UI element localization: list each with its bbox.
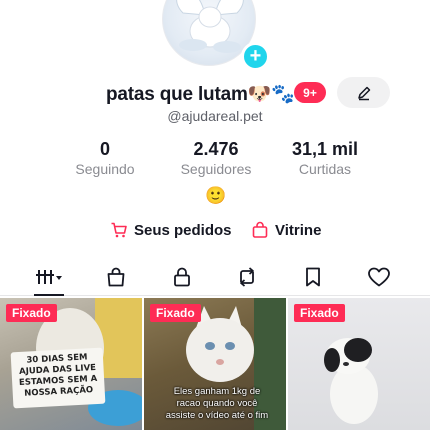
pencil-icon [357, 86, 370, 100]
orders-label: Seus pedidos [134, 221, 232, 239]
shop-bag-icon [107, 267, 125, 287]
pinned-label: Fixado [294, 304, 345, 322]
followers-count: 2.476 [193, 139, 239, 159]
showcase-label: Vitrine [275, 221, 322, 239]
profile-tabs [0, 260, 430, 296]
profile-name: patas que lutam🐶🐾 [106, 84, 295, 105]
add-profile-photo-button[interactable]: + [241, 42, 270, 71]
tab-favorites[interactable] [296, 264, 330, 290]
tab-reposts[interactable] [230, 264, 264, 290]
likes-label: Curtidas [298, 161, 352, 177]
shopping-bag-icon [250, 220, 270, 240]
likes-stat[interactable]: 31,1 mil Curtidas [280, 138, 370, 178]
tab-videos[interactable] [32, 264, 66, 296]
lock-icon [174, 267, 190, 287]
tab-shop[interactable] [99, 264, 133, 290]
handwritten-sign: 30 DIAS SEM AJUDA DAS LIVE ESTAMOS SEM A… [10, 347, 106, 409]
bio-emoji: 🙂 [205, 186, 227, 205]
video-thumbnail[interactable]: Fixado 30 DIAS SEM AJUDA DAS LIVE ESTAMO… [0, 298, 142, 430]
followers-label: Seguidores [180, 161, 252, 177]
cart-icon [109, 220, 129, 240]
bookmark-icon [306, 267, 320, 287]
repost-icon [240, 267, 254, 287]
pinned-label: Fixado [150, 304, 201, 322]
pinned-label: Fixado [6, 304, 57, 322]
following-count: 0 [99, 139, 110, 159]
followers-stat[interactable]: 2.476 Seguidores [168, 138, 264, 178]
following-label: Seguindo [75, 161, 135, 177]
video-caption: Eles ganham 1kg de racao quando você ass… [165, 386, 269, 421]
profile-handle: @ajudareal.pet [167, 108, 263, 124]
following-stat[interactable]: 0 Seguindo [60, 138, 150, 178]
video-thumbnail[interactable]: Fixado Eles ganham 1kg de racao quando v… [144, 298, 286, 430]
notification-badge[interactable]: 9+ [294, 82, 326, 103]
heart-icon [368, 267, 390, 287]
showcase-link[interactable]: Vitrine [250, 220, 321, 240]
tab-liked[interactable] [362, 264, 396, 290]
video-grid: Fixado 30 DIAS SEM AJUDA DAS LIVE ESTAMO… [0, 298, 430, 430]
plus-icon: + [249, 44, 262, 67]
tab-private[interactable] [165, 264, 199, 290]
likes-count: 31,1 mil [291, 139, 359, 159]
edit-profile-button[interactable] [337, 77, 390, 108]
video-thumbnail[interactable]: Fixado [288, 298, 430, 430]
orders-link[interactable]: Seus pedidos [109, 220, 232, 240]
videos-grid-icon [36, 270, 62, 284]
